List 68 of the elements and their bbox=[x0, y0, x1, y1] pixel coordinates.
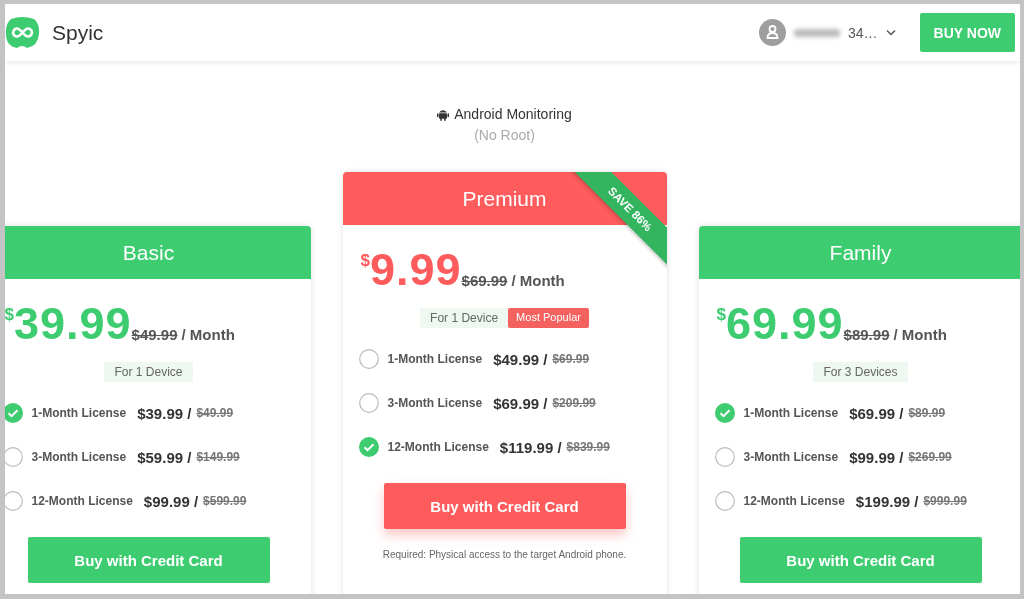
license-old-price: $269.99 bbox=[908, 450, 952, 464]
buy-credit-card-button[interactable]: Buy with Credit Card bbox=[383, 483, 626, 529]
account-name[interactable]: 34… bbox=[848, 24, 878, 41]
brand-name[interactable]: Spyic bbox=[52, 20, 104, 45]
license-old-price: $149.99 bbox=[196, 450, 240, 464]
old-price: $49.99 bbox=[131, 326, 178, 343]
license-price: $119.99 / bbox=[499, 438, 562, 456]
buy-credit-card-button[interactable]: Buy with Credit Card bbox=[739, 537, 982, 583]
license-old-price: $49.99 bbox=[196, 406, 234, 420]
radio-button[interactable] bbox=[358, 349, 379, 369]
plan-title: Premium bbox=[462, 186, 547, 211]
plan-price: 69.99 bbox=[725, 301, 844, 347]
license-label: 12-Month License bbox=[387, 440, 489, 454]
buy-credit-card-button[interactable]: Buy with Credit Card bbox=[27, 537, 270, 583]
currency-sign: $ bbox=[360, 251, 370, 270]
license-label: 3-Month License bbox=[31, 450, 127, 464]
plan-price: 39.99 bbox=[13, 301, 132, 347]
radio-button[interactable] bbox=[5, 491, 23, 511]
currency-sign: $ bbox=[5, 305, 14, 324]
plan-price: 9.99 bbox=[369, 247, 462, 293]
radio-checked-icon[interactable] bbox=[358, 437, 379, 457]
license-old-price: $599.99 bbox=[203, 494, 247, 508]
license-old-price: $209.99 bbox=[552, 396, 596, 410]
device-count-tag: For 1 Device bbox=[104, 362, 193, 382]
platform-label: Android Monitoring bbox=[454, 106, 572, 122]
license-price: $199.99 / bbox=[855, 492, 919, 510]
license-label: 12-Month License bbox=[31, 494, 133, 508]
license-label: 3-Month License bbox=[743, 450, 839, 464]
license-label: 1-Month License bbox=[31, 406, 127, 420]
license-old-price: $69.99 bbox=[552, 352, 590, 366]
device-count-tag: For 3 Devices bbox=[813, 362, 908, 382]
license-old-price: $89.99 bbox=[908, 406, 946, 420]
device-count-tag: For 1 Device bbox=[420, 308, 509, 328]
requirement-note: Required: Physical access to the target Android phone. bbox=[381, 549, 628, 560]
license-old-price: $999.99 bbox=[923, 494, 967, 508]
android-icon bbox=[437, 107, 450, 121]
price-period: / Month bbox=[511, 272, 565, 289]
radio-button[interactable] bbox=[358, 393, 379, 413]
old-price: $89.99 bbox=[843, 326, 890, 343]
license-label: 1-Month License bbox=[743, 406, 839, 420]
license-label: 3-Month License bbox=[387, 396, 483, 410]
price-period: / Month bbox=[181, 326, 235, 343]
license-price: $69.99 / bbox=[493, 394, 548, 412]
chevron-down-icon[interactable] bbox=[885, 29, 896, 36]
license-price: $39.99 / bbox=[137, 404, 192, 422]
license-label: 1-Month License bbox=[387, 352, 483, 366]
radio-button[interactable] bbox=[714, 447, 735, 467]
license-price: $69.99 / bbox=[849, 404, 904, 422]
popular-badge: Most Popular bbox=[508, 308, 589, 328]
radio-checked-icon[interactable] bbox=[714, 403, 735, 423]
old-price: $69.99 bbox=[461, 272, 508, 289]
plan-title: Basic bbox=[122, 240, 175, 265]
currency-sign: $ bbox=[716, 305, 726, 324]
license-price: $99.99 / bbox=[849, 448, 904, 466]
radio-checked-icon[interactable] bbox=[5, 403, 23, 423]
license-old-price: $839.99 bbox=[566, 440, 610, 454]
price-period: / Month bbox=[893, 326, 947, 343]
plan-title: Family bbox=[829, 240, 892, 265]
license-price: $59.99 / bbox=[137, 448, 192, 466]
radio-button[interactable] bbox=[5, 447, 23, 467]
license-price: $99.99 / bbox=[143, 492, 199, 510]
redacted-name-drawing bbox=[794, 28, 840, 37]
platform-note: (No Root) bbox=[474, 127, 535, 143]
user-avatar-icon[interactable] bbox=[759, 19, 786, 46]
buy-now-button[interactable]: BUY NOW bbox=[919, 13, 1015, 52]
license-label: 12-Month License bbox=[743, 494, 845, 508]
radio-button[interactable] bbox=[714, 491, 735, 511]
license-price: $49.99 / bbox=[493, 350, 548, 368]
